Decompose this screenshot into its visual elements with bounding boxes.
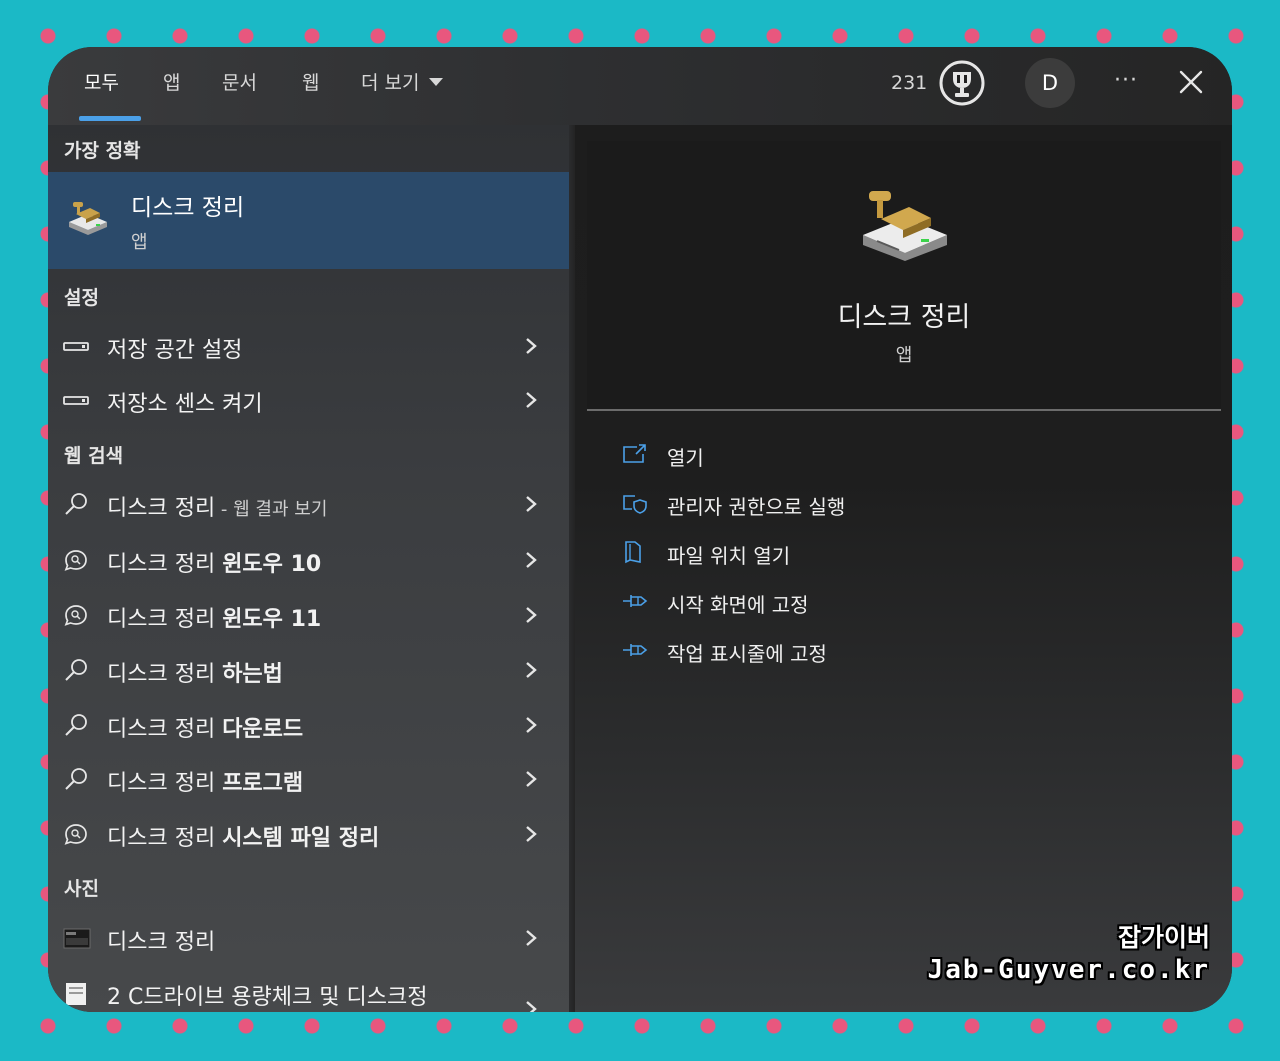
web-result-suffix: - 웹 결과 보기 — [215, 499, 328, 520]
action-pin-to-start[interactable]: 시작 화면에 고정 — [621, 585, 1181, 621]
web-result-label: 디스크 정리 — [107, 607, 223, 632]
web-result-keyword: 프로그램 — [222, 771, 304, 796]
trophy-icon[interactable] — [938, 59, 986, 107]
action-open[interactable]: 열기 — [621, 438, 1181, 474]
tab-more[interactable]: 더 보기 — [361, 67, 444, 99]
tab-more-label: 더 보기 — [361, 72, 420, 94]
search-icon — [65, 659, 87, 681]
chevron-right-icon — [526, 552, 537, 568]
web-result-keyword: 시스템 파일 정리 — [222, 826, 380, 851]
chevron-right-icon — [526, 826, 537, 842]
action-run-as-admin[interactable]: 관리자 권한으로 실행 — [621, 487, 1181, 523]
storage-icon — [63, 342, 89, 351]
web-result-item[interactable]: 디스크 정리 윈도우 10 — [48, 534, 569, 586]
web-result-item[interactable]: 디스크 정리 시스템 파일 정리 — [48, 808, 569, 860]
rewards-points: 231 — [891, 72, 928, 94]
more-options-icon[interactable]: ··· — [1111, 61, 1141, 101]
web-result-item[interactable]: 디스크 정리 다운로드 — [48, 699, 569, 751]
watermark-url: Jab-Guyver.co.kr — [927, 955, 1210, 985]
top-bar: 모두 앱 문서 웹 더 보기 231 D ··· — [48, 47, 1232, 125]
app-preview: 디스크 정리 앱 — [587, 141, 1221, 411]
photo-result-item[interactable]: 디스크 정리 — [48, 912, 569, 964]
section-best-match: 가장 정확 — [64, 140, 141, 162]
settings-item-label: 저장 공간 설정 — [107, 338, 243, 363]
best-match-title: 디스크 정리 — [131, 195, 245, 221]
section-web-search: 웹 검색 — [64, 445, 124, 467]
action-label: 관리자 권한으로 실행 — [667, 495, 846, 519]
section-photos: 사진 — [64, 878, 99, 900]
chat-search-icon — [64, 550, 87, 571]
web-result-item[interactable]: 디스크 정리 프로그램 — [48, 753, 569, 805]
best-match-type: 앱 — [131, 232, 148, 253]
web-result-label: 디스크 정리 — [107, 552, 223, 577]
open-icon — [623, 444, 646, 463]
web-result-label: 디스크 정리 — [107, 771, 223, 796]
web-result-label: 디스크 정리 — [107, 826, 223, 851]
tab-apps[interactable]: 앱 — [163, 67, 180, 99]
chevron-right-icon — [526, 338, 537, 354]
web-result-keyword: 다운로드 — [222, 717, 304, 742]
photo-result-label: 2 C드라이브 용량체크 및 디스크정 — [107, 985, 428, 1010]
settings-item-storage-sense[interactable]: 저장소 센스 켜기 — [48, 374, 569, 426]
web-result-item[interactable]: 디스크 정리 윈도우 11 — [48, 589, 569, 641]
action-pin-to-taskbar[interactable]: 작업 표시줄에 고정 — [621, 634, 1181, 670]
pin-icon — [623, 644, 648, 656]
chevron-right-icon — [526, 662, 537, 678]
preview-title: 디스크 정리 — [837, 302, 971, 333]
photo-thumbnail-icon — [66, 983, 86, 1005]
chat-search-icon — [64, 824, 87, 845]
section-settings: 설정 — [64, 287, 99, 309]
disk-cleanup-icon — [863, 191, 947, 261]
chevron-right-icon — [526, 930, 537, 946]
search-window: 모두 앱 문서 웹 더 보기 231 D ··· 가장 정확 디스크 정리 앱 … — [48, 47, 1232, 1012]
chevron-right-icon — [526, 392, 537, 408]
web-result-label: 디스크 정리 — [107, 662, 223, 687]
search-icon — [65, 714, 87, 736]
search-icon — [65, 493, 87, 515]
caret-down-icon — [429, 77, 444, 86]
web-result-item[interactable]: 디스크 정리 - 웹 결과 보기 — [48, 478, 569, 530]
chevron-right-icon — [526, 607, 537, 623]
close-icon[interactable] — [1176, 67, 1206, 97]
pin-icon — [623, 595, 648, 607]
action-label: 작업 표시줄에 고정 — [667, 642, 827, 666]
search-icon — [65, 768, 87, 790]
web-result-label: 디스크 정리 — [107, 496, 216, 521]
photo-result-item[interactable]: 2 C드라이브 용량체크 및 디스크정 — [48, 967, 569, 1012]
chat-search-icon — [64, 605, 87, 626]
photo-thumbnail-icon — [63, 928, 91, 949]
tab-documents[interactable]: 문서 — [222, 67, 257, 99]
settings-item-label: 저장소 센스 켜기 — [107, 392, 263, 417]
preview-type: 앱 — [895, 345, 913, 366]
action-open-file-location[interactable]: 파일 위치 열기 — [621, 536, 1181, 572]
action-label: 파일 위치 열기 — [667, 544, 791, 568]
web-result-keyword: 윈도우 10 — [222, 552, 322, 577]
web-result-keyword: 하는법 — [222, 662, 283, 687]
active-tab-indicator — [79, 116, 141, 121]
tab-all[interactable]: 모두 — [84, 67, 119, 99]
tab-web[interactable]: 웹 — [302, 67, 319, 99]
web-result-item[interactable]: 디스크 정리 하는법 — [48, 644, 569, 696]
chevron-right-icon — [526, 771, 537, 787]
web-result-label: 디스크 정리 — [107, 717, 223, 742]
watermark-brand: 잡가이버 — [1117, 923, 1210, 952]
preview-divider — [587, 409, 1221, 411]
disk-cleanup-icon — [69, 202, 107, 235]
settings-item-storage-settings[interactable]: 저장 공간 설정 — [48, 320, 569, 372]
action-label: 시작 화면에 고정 — [667, 593, 809, 617]
storage-icon — [63, 396, 89, 405]
chevron-right-icon — [526, 1001, 537, 1012]
watermark: 잡가이버 Jab-Guyver.co.kr — [928, 922, 1210, 986]
admin-shield-icon — [623, 495, 647, 514]
web-result-keyword: 윈도우 11 — [222, 607, 322, 632]
action-label: 열기 — [667, 446, 704, 470]
folder-location-icon — [625, 541, 641, 564]
photo-result-label: 디스크 정리 — [107, 930, 216, 955]
avatar[interactable]: D — [1025, 58, 1075, 108]
chevron-right-icon — [526, 496, 537, 512]
chevron-right-icon — [526, 717, 537, 733]
best-match-item[interactable]: 디스크 정리 앱 — [48, 172, 569, 269]
